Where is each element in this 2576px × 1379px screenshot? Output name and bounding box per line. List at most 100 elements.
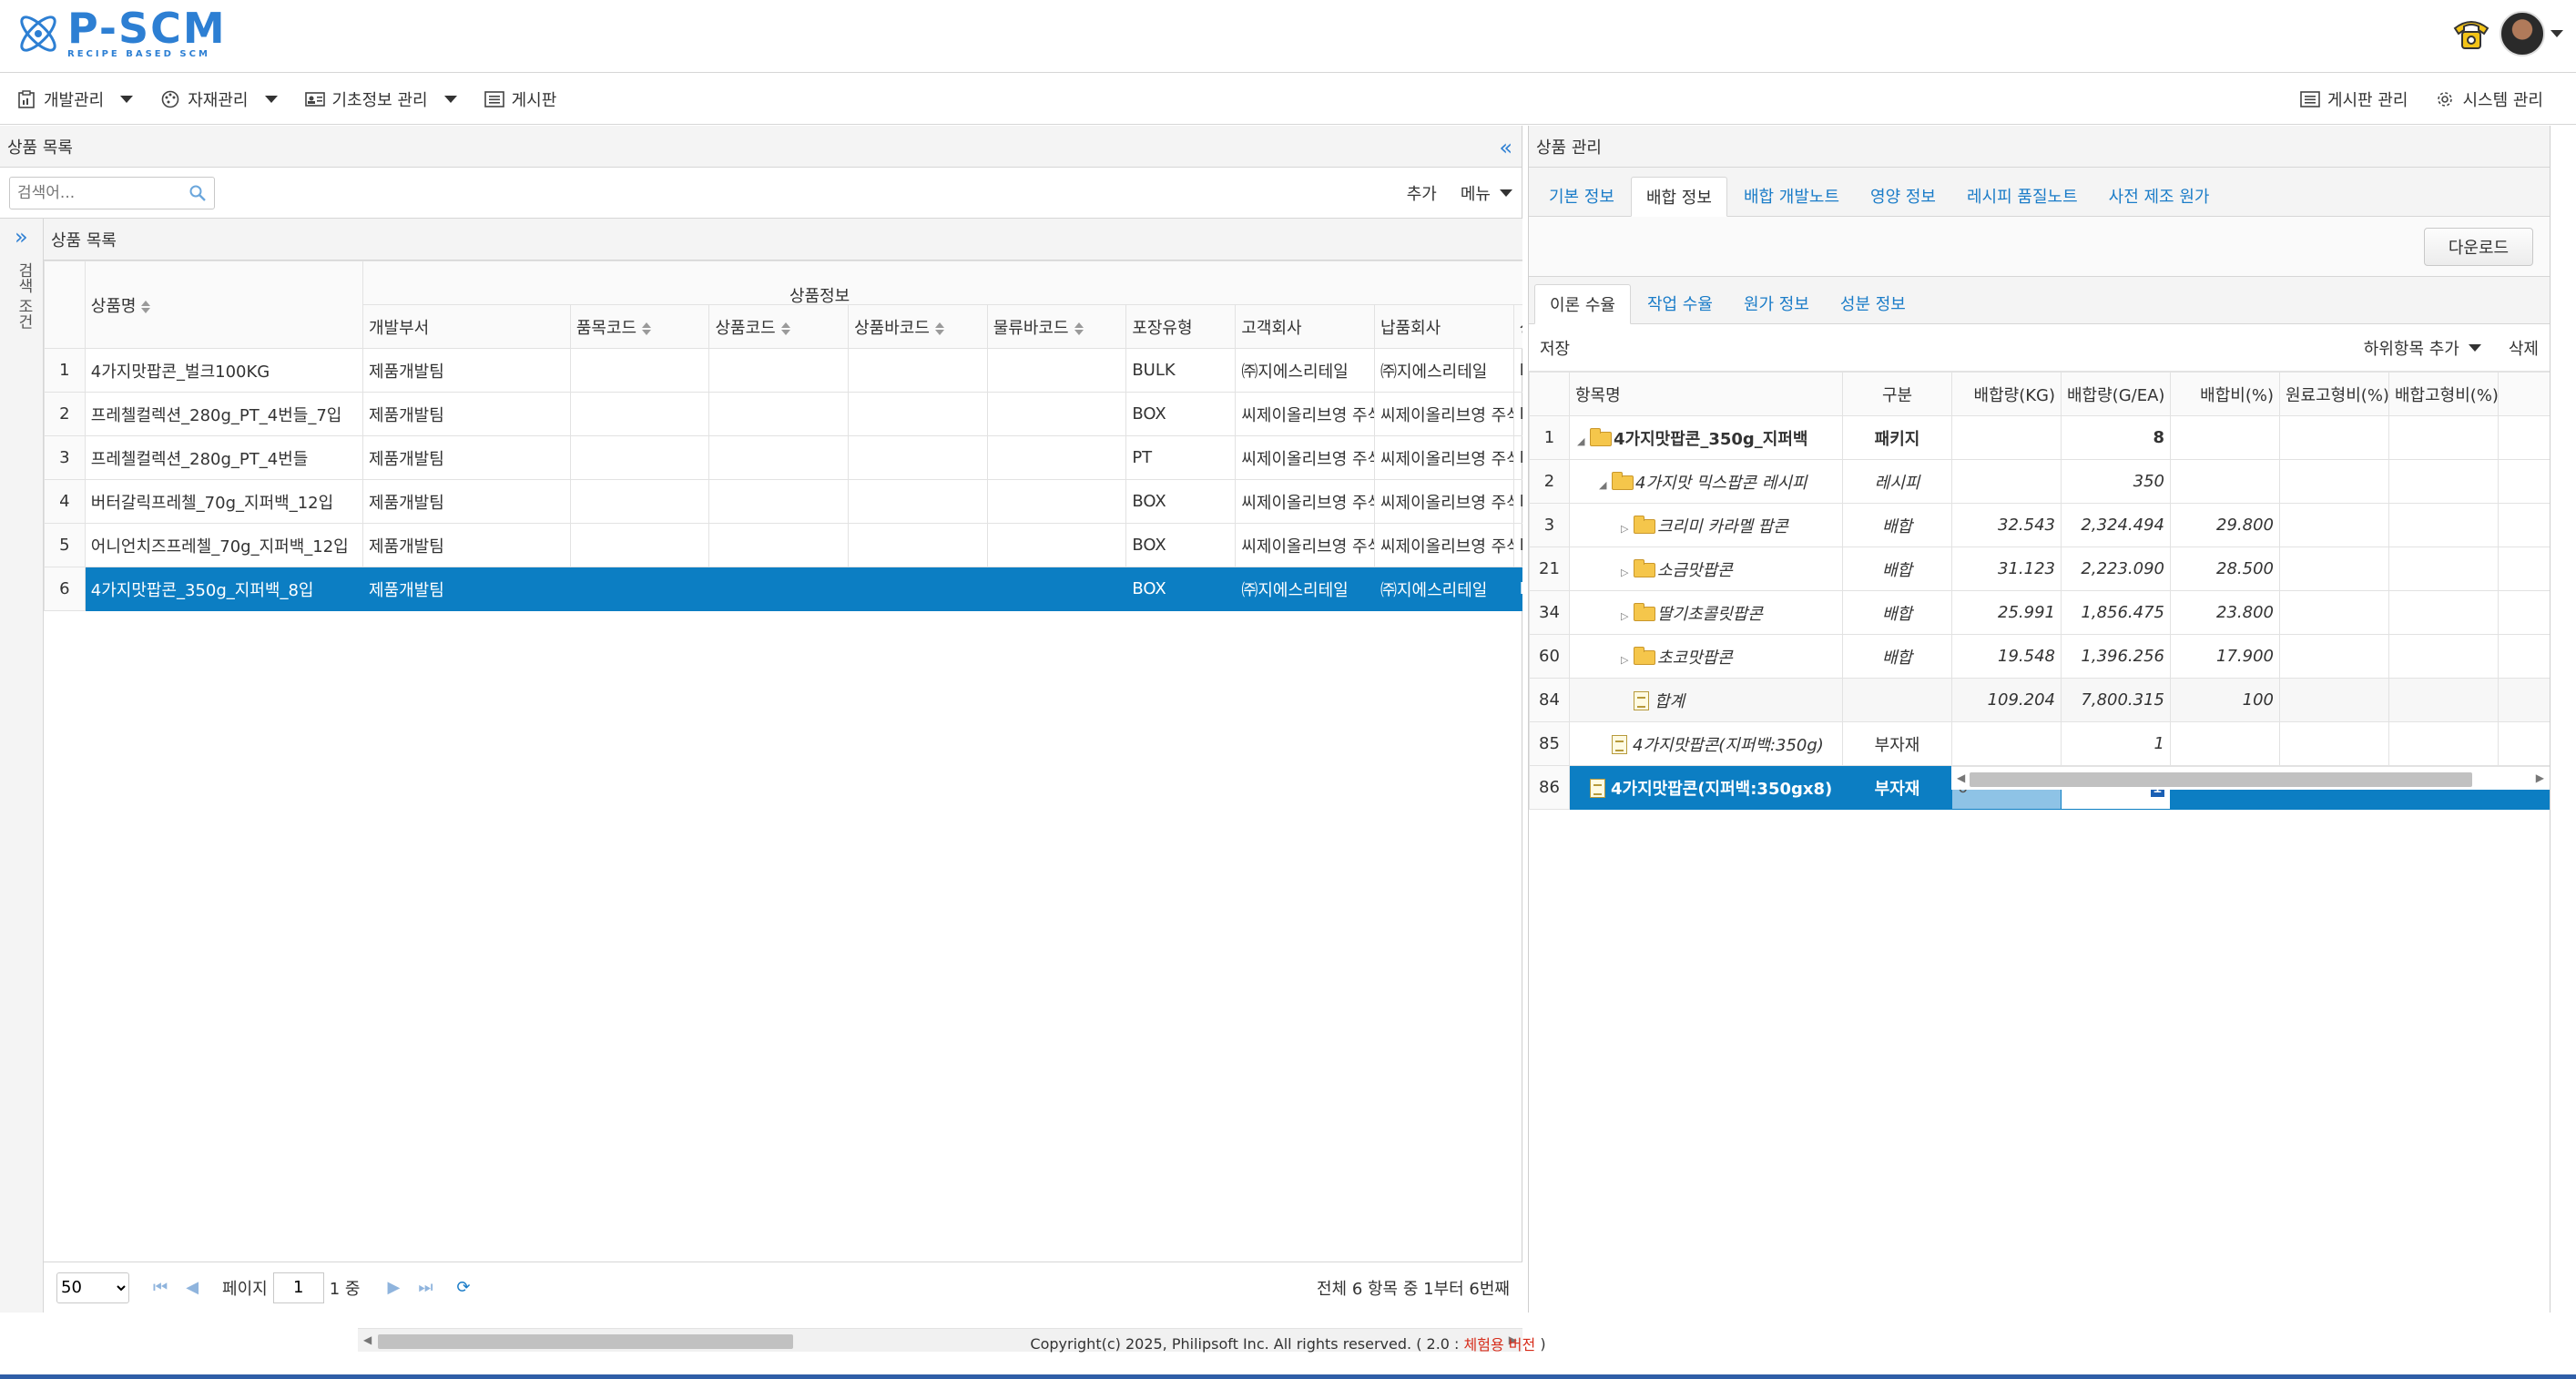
cell-raw[interactable]	[2279, 590, 2389, 635]
expand-node-icon[interactable]: ▷	[1621, 610, 1634, 622]
first-page-icon[interactable]: ⏮	[153, 1278, 168, 1297]
cell-customer[interactable]: 씨제이올리브영 주식회사	[1235, 392, 1375, 436]
download-button[interactable]: 다운로드	[2424, 228, 2533, 266]
cell-kg[interactable]: 109.204	[1951, 678, 2062, 722]
cell-supplier[interactable]: 씨제이올리브영 주식회사	[1373, 523, 1514, 567]
cell-item-name[interactable]: ▷ 크리미 카라멜 팝콘	[1569, 503, 1843, 547]
menu-dev-management[interactable]: 개발관리	[0, 74, 144, 124]
cell-category[interactable]: 배합	[1842, 546, 1952, 591]
cell-extra[interactable]	[2498, 634, 2550, 679]
add-button[interactable]: 추가	[1407, 181, 1437, 205]
cell-item-name[interactable]: ▷ 초코맛팝콘	[1569, 634, 1843, 679]
cell-gea[interactable]: 8	[2061, 415, 2171, 460]
save-button[interactable]: 저장	[1540, 336, 1570, 360]
tab-4[interactable]: 레시피 품질노트	[1952, 176, 2092, 216]
cell-item-code[interactable]	[569, 392, 710, 436]
cell-item-code[interactable]	[569, 435, 710, 480]
cell-gea[interactable]: 350	[2061, 459, 2171, 504]
cell-kg[interactable]	[1951, 721, 2062, 766]
cell-kg[interactable]: 32.543	[1951, 503, 2062, 547]
cell-prod-barcode[interactable]	[848, 479, 988, 524]
cell-mix[interactable]	[2388, 415, 2499, 460]
menu-dropdown-button[interactable]: 메뉴	[1461, 181, 1512, 205]
tree-row[interactable]: 3 ▷ 크리미 카라멜 팝콘 배합 32.543 2,324.494 29.800	[1529, 503, 2550, 547]
cell-kg[interactable]: 31.123	[1951, 546, 2062, 591]
cell-name[interactable]: 프레첼컬렉션_280g_PT_4번들	[84, 435, 363, 480]
cell-gea[interactable]: 2,324.494	[2061, 503, 2171, 547]
subtab-1[interactable]: 작업 수율	[1633, 283, 1727, 323]
cell-kg[interactable]	[1951, 459, 2062, 504]
scroll-left-icon[interactable]: ◀	[1957, 771, 1965, 784]
cell-raw[interactable]	[2279, 678, 2389, 722]
cell-ratio[interactable]: 28.500	[2170, 546, 2280, 591]
avatar[interactable]	[2500, 11, 2545, 56]
cell-mix[interactable]	[2388, 678, 2499, 722]
cell-item-code[interactable]	[569, 348, 710, 393]
table-row[interactable]: 14가지맛팝콘_벌크100KG제품개발팀BULK㈜지에스리테일㈜지에스리테일PB	[44, 348, 1522, 393]
col-header-dept[interactable]: 개발부서	[361, 304, 571, 349]
cell-extra[interactable]	[2498, 415, 2550, 460]
cell-mix[interactable]	[2388, 590, 2499, 635]
cell-dept[interactable]: 제품개발팀	[361, 567, 571, 611]
cell-customer[interactable]: 씨제이올리브영 주식회사	[1235, 479, 1375, 524]
tree-row[interactable]: 21 ▷ 소금맛팝콘 배합 31.123 2,223.090 28.500	[1529, 546, 2550, 591]
cell-pack[interactable]: BOX	[1125, 523, 1237, 567]
cell-category[interactable]: 배합	[1842, 634, 1952, 679]
cell-category[interactable]: 레시피	[1842, 459, 1952, 504]
table-row[interactable]: 3프레첼컬렉션_280g_PT_4번들제품개발팀PT씨제이올리브영 주식회사씨제…	[44, 435, 1522, 480]
search-input[interactable]	[17, 183, 172, 202]
col-header-raw-solid[interactable]: 원료고형비(%)	[2279, 372, 2389, 416]
cell-category[interactable]	[1842, 678, 1952, 722]
cell-gea[interactable]: 1,856.475	[2061, 590, 2171, 635]
cell-mix[interactable]	[2388, 634, 2499, 679]
page-number-input[interactable]	[272, 1272, 324, 1303]
cell-ratio[interactable]	[2170, 415, 2280, 460]
cell-mix[interactable]	[2388, 546, 2499, 591]
subtab-3[interactable]: 성분 정보	[1826, 283, 1920, 323]
search-icon[interactable]	[188, 184, 207, 207]
col-header-category[interactable]: 구분	[1842, 372, 1952, 416]
cell-item-code[interactable]	[569, 567, 710, 611]
cell-prod-barcode[interactable]	[848, 567, 988, 611]
cell-gea[interactable]: 1,396.256	[2061, 634, 2171, 679]
refresh-icon[interactable]: ⟳	[457, 1278, 471, 1297]
cell-extra[interactable]: PB	[1512, 479, 1522, 524]
cell-ratio[interactable]: 23.800	[2170, 590, 2280, 635]
cell-prod-code[interactable]	[708, 567, 850, 611]
cell-prod-code[interactable]	[708, 348, 850, 393]
cell-item-code[interactable]	[569, 523, 710, 567]
table-row[interactable]: 6 4가지맛팝콘_350g_지퍼백_8입 제품개발팀 BOX ㈜지에스리테일 ㈜지에스리테…	[44, 567, 1522, 611]
tree-row[interactable]: 34 ▷ 딸기초콜릿팝콘 배합 25.991 1,856.475 23.800	[1529, 590, 2550, 635]
cell-prod-code[interactable]	[708, 435, 850, 480]
cell-extra[interactable]: PB	[1512, 348, 1522, 393]
menu-board[interactable]: 게시판	[468, 74, 568, 124]
cell-prod-barcode[interactable]	[848, 435, 988, 480]
cell-logi-barcode[interactable]	[986, 392, 1127, 436]
col-header-product-extra[interactable]: 상품	[1512, 304, 1522, 349]
col-header-item-name[interactable]: 항목명	[1569, 372, 1843, 416]
cell-name[interactable]: 4가지맛팝콘_350g_지퍼백_8입	[84, 567, 363, 611]
cell-kg[interactable]: 25.991	[1951, 590, 2062, 635]
expand-node-icon[interactable]: ▷	[1621, 654, 1634, 666]
cell-item-name[interactable]: ◢ 4가지맛팝콘_350g_지퍼백	[1569, 415, 1843, 460]
cell-ratio[interactable]: 29.800	[2170, 503, 2280, 547]
cell-kg[interactable]	[1951, 415, 2062, 460]
cell-gea[interactable]: 2,223.090	[2061, 546, 2171, 591]
scroll-thumb[interactable]	[1970, 772, 2472, 787]
next-page-icon[interactable]: ▶	[387, 1278, 400, 1297]
collapse-left-icon[interactable]: «	[1499, 135, 1512, 160]
cell-gea[interactable]: 1	[2061, 721, 2171, 766]
expand-search-icon[interactable]: »	[15, 224, 28, 250]
cell-supplier[interactable]: 씨제이올리브영 주식회사	[1373, 392, 1514, 436]
cell-prod-code[interactable]	[708, 392, 850, 436]
cell-ratio[interactable]: 17.900	[2170, 634, 2280, 679]
cell-extra[interactable]: 0.0	[2498, 459, 2550, 504]
col-header-mix-solid[interactable]: 배합고형비(%)	[2388, 372, 2499, 416]
col-header-pack-type[interactable]: 포장유형	[1125, 304, 1237, 349]
tab-5[interactable]: 사전 제조 원가	[2094, 176, 2225, 216]
col-header-product-name[interactable]: 상품명	[84, 260, 363, 349]
cell-dept[interactable]: 제품개발팀	[361, 435, 571, 480]
cell-customer[interactable]: ㈜지에스리테일	[1235, 567, 1375, 611]
cell-customer[interactable]: ㈜지에스리테일	[1235, 348, 1375, 393]
tree-row[interactable]: 1 ◢ 4가지맛팝콘_350g_지퍼백 패키지 8	[1529, 415, 2550, 460]
